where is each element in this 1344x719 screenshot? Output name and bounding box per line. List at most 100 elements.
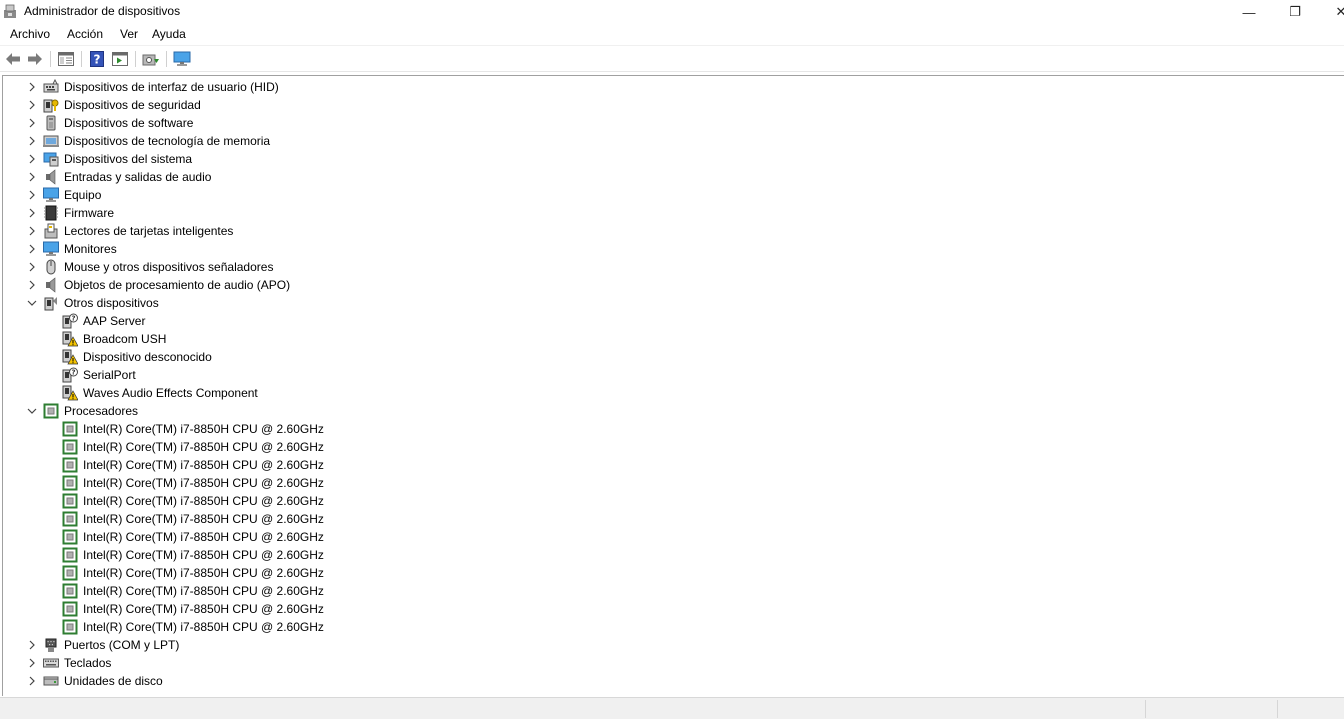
tree-category-puertos-com-y-lpt[interactable]: Puertos (COM y LPT) [3, 636, 1343, 654]
menu-bar: Archivo Acción Ver Ayuda [0, 24, 1344, 45]
tree-category-firmware[interactable]: Firmware [3, 204, 1343, 222]
tree-category-monitores[interactable]: Monitores [3, 240, 1343, 258]
processor-icon [62, 601, 78, 617]
tree-category-unidades-de-disco[interactable]: Unidades de disco [3, 672, 1343, 690]
tree-device-processor[interactable]: Intel(R) Core(TM) i7-8850H CPU @ 2.60GHz [3, 492, 1343, 510]
maximize-button[interactable]: ❐ [1272, 0, 1318, 24]
back-arrow-icon[interactable] [4, 50, 22, 68]
tree-category-dispositivos-de-tecnologia-de-memoria[interactable]: Dispositivos de tecnología de memoria [3, 132, 1343, 150]
svg-text:?: ? [71, 369, 75, 377]
expand-chevron-icon[interactable] [26, 639, 38, 651]
tree-item-label: Intel(R) Core(TM) i7-8850H CPU @ 2.60GHz [83, 602, 324, 616]
menu-ayuda[interactable]: Ayuda [152, 27, 186, 41]
expand-chevron-icon[interactable] [26, 261, 38, 273]
expand-chevron-icon[interactable] [26, 135, 38, 147]
tree-device-processor[interactable]: Intel(R) Core(TM) i7-8850H CPU @ 2.60GHz [3, 456, 1343, 474]
tree-category-procesadores[interactable]: Procesadores [3, 402, 1343, 420]
tree-item-label: Equipo [64, 188, 102, 202]
memory-technology-icon [43, 133, 59, 149]
tree-device-processor[interactable]: Intel(R) Core(TM) i7-8850H CPU @ 2.60GHz [3, 528, 1343, 546]
tree-device-waves-audio-effects-component[interactable]: Waves Audio Effects Component [3, 384, 1343, 402]
toolbar-separator [50, 51, 51, 67]
tree-category-entradas-y-salidas-de-audio[interactable]: Entradas y salidas de audio [3, 168, 1343, 186]
expand-chevron-icon[interactable] [26, 81, 38, 93]
menu-archivo[interactable]: Archivo [10, 27, 50, 41]
keyboard-icon [43, 655, 59, 671]
help-icon[interactable]: ? [88, 50, 106, 68]
tree-device-processor[interactable]: Intel(R) Core(TM) i7-8850H CPU @ 2.60GHz [3, 564, 1343, 582]
device-warning-icon [62, 331, 79, 347]
tree-device-processor[interactable]: Intel(R) Core(TM) i7-8850H CPU @ 2.60GHz [3, 420, 1343, 438]
expand-chevron-icon[interactable] [26, 225, 38, 237]
tree-device-processor[interactable]: Intel(R) Core(TM) i7-8850H CPU @ 2.60GHz [3, 438, 1343, 456]
tree-device-broadcom-ush[interactable]: Broadcom USH [3, 330, 1343, 348]
tree-category-objetos-de-procesamiento-de-audio-apo[interactable]: Objetos de procesamiento de audio (APO) [3, 276, 1343, 294]
tree-item-label: Dispositivos del sistema [64, 152, 193, 166]
tree-device-processor[interactable]: Intel(R) Core(TM) i7-8850H CPU @ 2.60GHz [3, 474, 1343, 492]
tree-device-serialport[interactable]: ? SerialPort [3, 366, 1343, 384]
forward-arrow-icon[interactable] [26, 50, 44, 68]
tree-category-dispositivos-de-interfaz-de-usuario-hid[interactable]: Dispositivos de interfaz de usuario (HID… [3, 78, 1343, 96]
expand-chevron-icon[interactable] [26, 153, 38, 165]
collapse-chevron-icon[interactable] [26, 297, 38, 309]
disk-drive-icon [43, 673, 59, 689]
collapse-chevron-icon[interactable] [26, 405, 38, 417]
status-bar [0, 697, 1344, 719]
tree-item-label: Unidades de disco [64, 674, 163, 688]
expand-chevron-icon[interactable] [26, 243, 38, 255]
close-button[interactable]: ✕ [1318, 0, 1344, 24]
expand-chevron-icon[interactable] [26, 99, 38, 111]
unknown-device-icon [43, 295, 59, 311]
tree-item-label: Teclados [64, 656, 112, 670]
software-device-icon [43, 115, 59, 131]
toolbar-separator [166, 51, 167, 67]
speaker-icon [43, 277, 59, 293]
expand-chevron-icon[interactable] [26, 117, 38, 129]
expand-chevron-icon[interactable] [26, 171, 38, 183]
expand-chevron-icon[interactable] [26, 279, 38, 291]
expand-chevron-icon[interactable] [26, 675, 38, 687]
tree-item-label: Waves Audio Effects Component [83, 386, 258, 400]
tree-device-dispositivo-desconocido[interactable]: Dispositivo desconocido [3, 348, 1343, 366]
tree-item-label: Procesadores [64, 404, 139, 418]
tree-category-dispositivos-de-seguridad[interactable]: Dispositivos de seguridad [3, 96, 1343, 114]
tree-device-processor[interactable]: Intel(R) Core(TM) i7-8850H CPU @ 2.60GHz [3, 510, 1343, 528]
tree-item-label: Intel(R) Core(TM) i7-8850H CPU @ 2.60GHz [83, 584, 324, 598]
tree-item-label: Intel(R) Core(TM) i7-8850H CPU @ 2.60GHz [83, 422, 324, 436]
tree-item-label: Broadcom USH [83, 332, 167, 346]
action-pane-icon[interactable] [111, 50, 129, 68]
smart-card-reader-icon [43, 223, 59, 239]
device-tree[interactable]: Dispositivos de interfaz de usuario (HID… [2, 75, 1344, 696]
menu-accion[interactable]: Acción [67, 27, 103, 41]
security-device-icon [43, 97, 59, 113]
unknown-device-question-icon: ? [62, 367, 78, 383]
scan-hardware-icon[interactable] [142, 50, 160, 68]
tree-item-label: Intel(R) Core(TM) i7-8850H CPU @ 2.60GHz [83, 530, 324, 544]
expand-chevron-icon[interactable] [26, 207, 38, 219]
tree-device-aap-server[interactable]: ? AAP Server [3, 312, 1343, 330]
status-separator [1277, 700, 1278, 718]
tree-device-processor[interactable]: Intel(R) Core(TM) i7-8850H CPU @ 2.60GHz [3, 546, 1343, 564]
tree-category-dispositivos-de-software[interactable]: Dispositivos de software [3, 114, 1343, 132]
menu-ver[interactable]: Ver [120, 27, 138, 41]
tree-item-label: Lectores de tarjetas inteligentes [64, 224, 234, 238]
monitor-icon[interactable] [173, 50, 191, 68]
expand-chevron-icon[interactable] [26, 189, 38, 201]
tree-device-processor[interactable]: Intel(R) Core(TM) i7-8850H CPU @ 2.60GHz [3, 618, 1343, 636]
tree-category-lectores-de-tarjetas-inteligentes[interactable]: Lectores de tarjetas inteligentes [3, 222, 1343, 240]
tree-category-teclados[interactable]: Teclados [3, 654, 1343, 672]
tree-device-processor[interactable]: Intel(R) Core(TM) i7-8850H CPU @ 2.60GHz [3, 582, 1343, 600]
tree-category-mouse-y-otros-dispositivos-senaladores[interactable]: Mouse y otros dispositivos señaladores [3, 258, 1343, 276]
minimize-button[interactable]: — [1226, 0, 1272, 24]
tree-category-equipo[interactable]: Equipo [3, 186, 1343, 204]
tree-category-otros-dispositivos[interactable]: Otros dispositivos [3, 294, 1343, 312]
processor-icon [62, 475, 78, 491]
system-device-icon [43, 151, 59, 167]
firmware-chip-icon [43, 205, 59, 221]
tree-device-processor[interactable]: Intel(R) Core(TM) i7-8850H CPU @ 2.60GHz [3, 600, 1343, 618]
toolbar-separator [135, 51, 136, 67]
expand-chevron-icon[interactable] [26, 657, 38, 669]
properties-pane-icon[interactable] [57, 50, 75, 68]
tree-category-dispositivos-del-sistema[interactable]: Dispositivos del sistema [3, 150, 1343, 168]
monitor-icon [43, 241, 59, 257]
